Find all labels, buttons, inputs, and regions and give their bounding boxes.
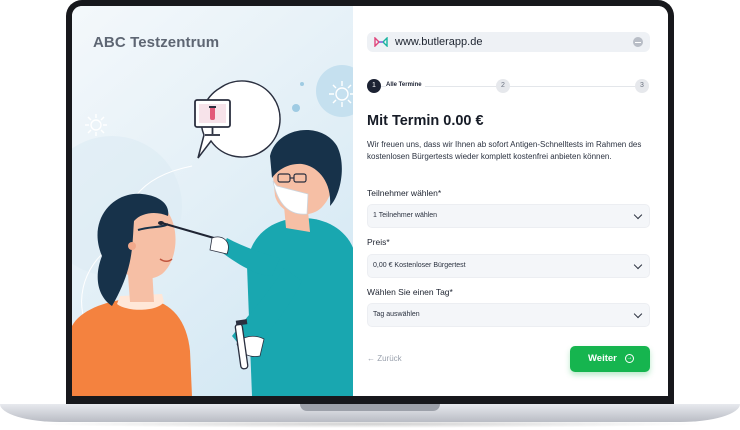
address-bar[interactable]: www.butlerapp.de <box>367 32 650 52</box>
next-button-label: Weiter <box>588 353 617 364</box>
price-select[interactable]: 0,00 € Kostenloser Bürgertest <box>367 254 650 278</box>
booking-form-panel: www.butlerapp.de 1 Alle Termine 2 3 Mit … <box>353 6 668 396</box>
next-button[interactable]: Weiter → <box>570 346 650 372</box>
stepper: 1 Alle Termine 2 3 <box>367 79 650 93</box>
participants-label: Teilnehmer wählen* <box>367 188 442 198</box>
url-text: www.butlerapp.de <box>395 36 483 48</box>
close-icon[interactable] <box>633 37 643 47</box>
doctor-figure <box>209 129 353 396</box>
price-label: Preis* <box>367 237 390 247</box>
day-label: Wählen Sie einen Tag* <box>367 287 453 297</box>
arrow-right-icon: → <box>625 354 634 363</box>
butler-logo-icon <box>374 37 388 47</box>
monitor-bubble <box>194 80 281 159</box>
illustration-panel: ABC Testzentrum <box>72 6 353 396</box>
step-1[interactable]: 1 <box>367 79 381 93</box>
day-select[interactable]: Tag auswählen <box>367 303 650 327</box>
screen: ABC Testzentrum www.butlerapp.de 1 Alle … <box>72 6 668 396</box>
testing-illustration <box>72 65 353 396</box>
page-description: Wir freuen uns, dass wir Ihnen ab sofort… <box>367 140 642 161</box>
step-3[interactable]: 3 <box>635 79 649 93</box>
virus-icon <box>85 114 107 136</box>
price-value: 0,00 € Kostenloser Bürgertest <box>373 262 466 269</box>
participants-select[interactable]: 1 Teilnehmer wählen <box>367 204 650 228</box>
chevron-down-icon <box>633 309 643 319</box>
step-1-label: Alle Termine <box>386 82 425 88</box>
chevron-down-icon <box>633 210 643 220</box>
brand-title: ABC Testzentrum <box>93 34 220 51</box>
back-link[interactable]: ← Zurück <box>367 354 402 363</box>
laptop-notch <box>300 404 440 411</box>
chevron-down-icon <box>633 260 643 270</box>
laptop-frame: ABC Testzentrum www.butlerapp.de 1 Alle … <box>0 0 740 430</box>
participants-value: 1 Teilnehmer wählen <box>373 212 438 219</box>
step-2[interactable]: 2 <box>496 79 510 93</box>
page-title: Mit Termin 0.00 € <box>367 113 484 129</box>
day-value: Tag auswählen <box>373 311 420 318</box>
